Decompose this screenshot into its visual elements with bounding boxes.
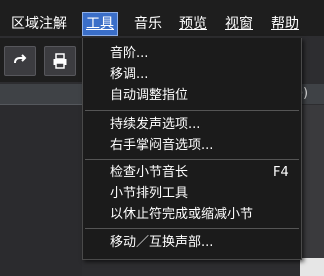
menu-separator <box>85 228 299 229</box>
menu-item-transpose[interactable]: 移调... <box>83 65 301 84</box>
menu-item-label: 检查小节音长 <box>110 165 189 180</box>
menu-item-auto-fingering[interactable]: 自动调整指位 <box>83 86 301 105</box>
scroll-corner <box>300 258 324 276</box>
menu-item-label: 小节排列工具 <box>110 186 189 201</box>
menu-annotation-label: 区域注解 <box>11 16 67 32</box>
menu-item-sustain-options[interactable]: 持续发声选项... <box>83 115 301 134</box>
menu-bar: 区域注解 工具 音乐 预览 视窗 帮助 <box>0 0 324 36</box>
menu-separator <box>85 110 299 111</box>
menu-tools-label: 工具 <box>86 16 114 32</box>
tools-menu: 音阶... 移调... 自动调整指位 持续发声选项... 右手掌闷音选项... … <box>82 38 302 260</box>
menu-help[interactable]: 帮助 <box>268 13 302 35</box>
menu-window-label: 视窗 <box>225 16 253 32</box>
menu-item-scales[interactable]: 音阶... <box>83 44 301 63</box>
redo-arrow-icon <box>14 54 27 64</box>
tab-strip-left <box>0 84 82 105</box>
redo-button[interactable] <box>4 46 36 76</box>
menu-separator <box>85 159 299 160</box>
menu-item-bar-arranger[interactable]: 小节排列工具 <box>83 184 301 203</box>
menu-item-move-swap-voices[interactable]: 移动／互换声部... <box>83 233 301 252</box>
menu-item-label: 持续发声选项... <box>110 117 201 132</box>
print-button[interactable] <box>44 46 76 76</box>
menu-help-label: 帮助 <box>271 16 299 32</box>
menu-tools[interactable]: 工具 <box>82 12 118 36</box>
score-area-left <box>0 105 82 276</box>
score-area-right <box>300 105 324 276</box>
menu-annotation[interactable]: 区域注解 <box>8 13 70 35</box>
menu-item-label: 音阶... <box>110 46 149 61</box>
menu-item-label: 自动调整指位 <box>110 88 189 103</box>
menu-item-label: 以休止符完成或缩减小节 <box>110 207 254 222</box>
menu-item-palm-mute-options[interactable]: 右手掌闷音选项... <box>83 136 301 155</box>
menu-window[interactable]: 视窗 <box>222 13 256 35</box>
menu-item-complete-with-rests[interactable]: 以休止符完成或缩减小节 <box>83 205 301 224</box>
menu-music[interactable]: 音乐 <box>131 13 165 35</box>
menu-preview-label: 预览 <box>179 16 207 32</box>
menu-item-check-bar-duration[interactable]: 检查小节音长 F4 <box>83 163 301 182</box>
menu-preview[interactable]: 预览 <box>176 13 210 35</box>
menu-item-shortcut: F4 <box>273 165 289 180</box>
menu-item-label: 移调... <box>110 67 149 82</box>
menu-item-label: 移动／互换声部... <box>110 235 214 250</box>
menu-item-label: 右手掌闷音选项... <box>110 138 214 153</box>
printer-icon <box>53 53 67 69</box>
menu-music-label: 音乐 <box>134 16 162 32</box>
